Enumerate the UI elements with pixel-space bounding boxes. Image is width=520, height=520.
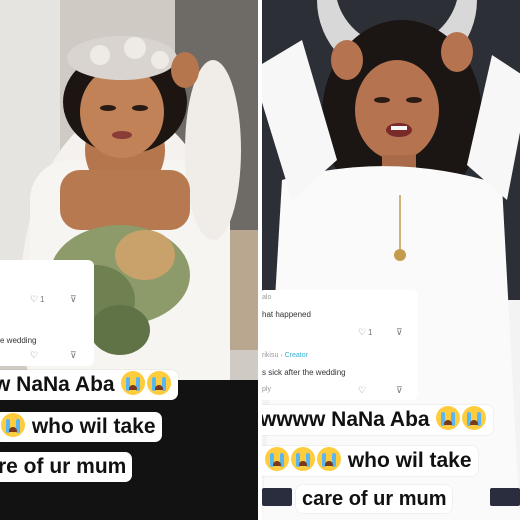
caption-text: care of ur mum — [302, 488, 447, 510]
crying-face-emoji — [147, 371, 172, 395]
crying-face-emoji — [436, 406, 461, 430]
left-photo-panel: ♡ 1 ⊽ e wedding ♡ ⊽ w NaNa Aba who wil t… — [0, 0, 258, 520]
reply-link[interactable]: ply — [262, 386, 271, 393]
comment-author: rikisu · Creator — [262, 352, 308, 359]
crying-face-emoji — [462, 406, 487, 430]
right-photo-panel: alo hat happened ♡ 1 ⊽ rikisu · Creator … — [262, 0, 520, 520]
heart-icon[interactable]: ♡ — [358, 328, 366, 337]
heart-icon[interactable]: ♡ — [30, 351, 38, 360]
caption-text: re of ur mum — [0, 455, 127, 478]
caption-text: wwww NaNa Aba — [262, 408, 430, 431]
caption-text: who wil take — [347, 449, 472, 472]
crying-face-emoji — [317, 447, 341, 471]
dark-chip — [490, 488, 520, 506]
caption-line-2: who wil take — [262, 446, 478, 476]
woman-photo — [262, 0, 520, 520]
heart-icon[interactable]: ♡ — [358, 386, 366, 395]
crying-face-emoji — [265, 447, 289, 471]
comment-text: hat happened — [262, 310, 311, 319]
crying-face-emoji — [1, 413, 25, 437]
comment-card: ♡ 1 ⊽ e wedding ♡ ⊽ — [0, 260, 94, 366]
author-name: rikisu — [262, 352, 279, 359]
dark-chip — [262, 488, 292, 506]
like-count: 1 — [40, 295, 45, 304]
caption-line-1: wwww NaNa Aba — [262, 405, 494, 435]
caption-line-3: care of ur mum — [296, 485, 453, 513]
caption-line-2: who wil take — [0, 412, 162, 442]
caption-text: w NaNa Aba — [0, 373, 115, 396]
caption-line-1: w NaNa Aba — [0, 370, 179, 400]
creator-tag: Creator — [284, 352, 308, 359]
caption-line-3: re of ur mum — [0, 452, 133, 482]
crying-face-emoji — [291, 447, 315, 471]
crying-face-emoji — [121, 371, 146, 395]
heart-icon[interactable]: ♡ — [30, 295, 38, 304]
caption-text: who wil take — [31, 415, 156, 438]
thumbs-down-icon[interactable]: ⊽ — [70, 295, 77, 304]
comment-username: alo — [262, 294, 272, 301]
thumbs-down-icon[interactable]: ⊽ — [396, 328, 403, 337]
thumbs-down-icon[interactable]: ⊽ — [396, 386, 403, 395]
thumbs-down-icon[interactable]: ⊽ — [70, 351, 77, 360]
comment-text: e wedding — [0, 336, 37, 345]
comment-text: s sick after the wedding — [262, 368, 346, 377]
comment-card: alo hat happened ♡ 1 ⊽ rikisu · Creator … — [262, 290, 418, 400]
like-count: 1 — [368, 328, 373, 337]
